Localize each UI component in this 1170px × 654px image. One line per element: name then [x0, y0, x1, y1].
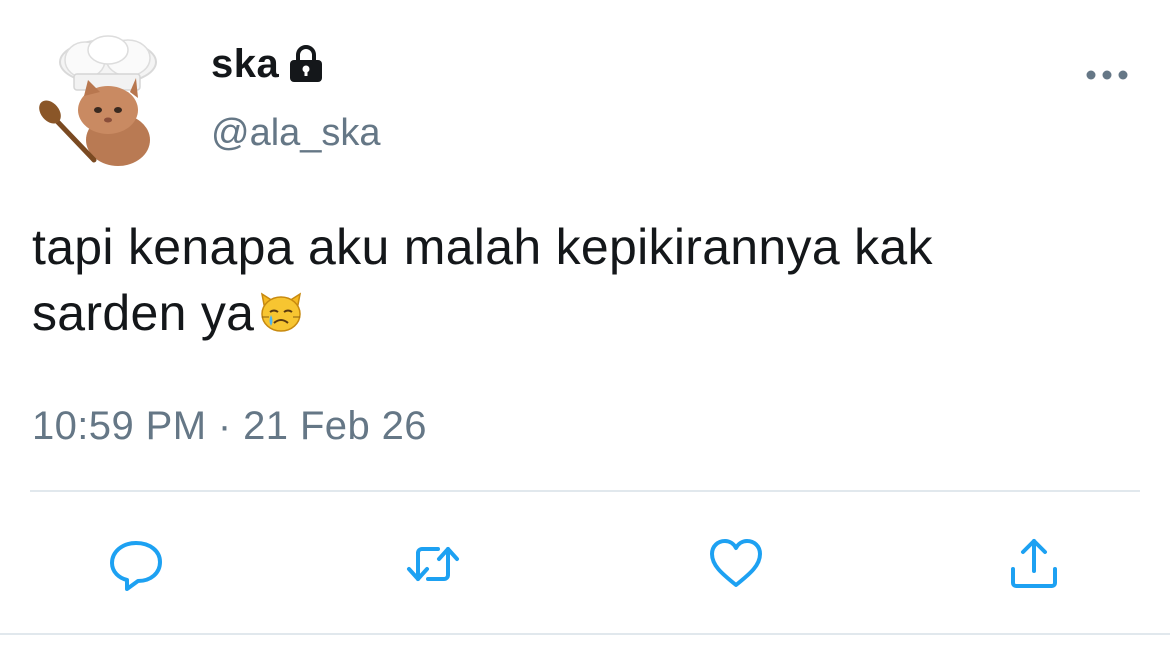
comment-icon	[110, 541, 162, 591]
chef-cat-avatar-icon	[39, 35, 157, 166]
share-button[interactable]	[1004, 534, 1064, 594]
tweet-timestamp[interactable]: 10:59 PM · 21 Feb 26	[32, 404, 427, 449]
author-handle[interactable]: @ala_ska	[211, 112, 381, 155]
author-name-row: ska	[211, 38, 325, 90]
lock-icon	[287, 44, 325, 84]
share-icon	[1011, 539, 1057, 588]
tweet-text: tapi kenapa aku malah kepikirannya kak s…	[32, 214, 1142, 346]
tweet-text-line-2: sarden ya	[32, 280, 1142, 346]
divider	[30, 490, 1140, 492]
more-options-icon[interactable]	[1084, 58, 1130, 92]
tweet-card: ska @ala_ska tapi kenapa aku malah kepik…	[0, 0, 1170, 654]
reply-button[interactable]	[106, 534, 166, 594]
display-name[interactable]: ska	[211, 42, 279, 87]
avatar[interactable]	[30, 30, 170, 170]
crying-cat-face-icon	[256, 286, 306, 336]
retweet-icon	[407, 547, 459, 581]
retweet-button[interactable]	[403, 534, 463, 594]
tweet-text-line-2-content: sarden ya	[32, 285, 255, 341]
like-button[interactable]	[706, 534, 766, 594]
bottom-divider	[0, 633, 1170, 635]
tweet-text-line-1: tapi kenapa aku malah kepikirannya kak	[32, 219, 933, 275]
heart-icon	[710, 539, 762, 587]
